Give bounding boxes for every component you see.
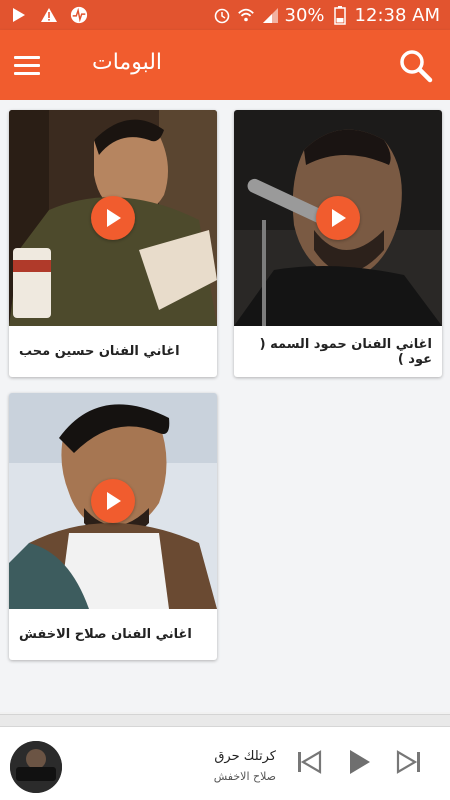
album-title: اغاني الفنان حمود السمه ( عود ) <box>259 336 432 367</box>
warning-icon <box>40 6 58 24</box>
battery-percent: 30% <box>284 4 325 26</box>
album-cover <box>234 110 442 326</box>
app-bar: البومات <box>0 30 450 100</box>
play-icon[interactable] <box>91 479 135 523</box>
albums-grid: اغاني الفنان حمود السمه ( عود ) اغاني ال… <box>0 100 450 712</box>
play-icon[interactable] <box>91 196 135 240</box>
page-title: البومات <box>92 50 163 75</box>
status-bar: 30% 12:38 AM <box>0 0 450 30</box>
wifi-icon <box>237 6 255 24</box>
battery-icon <box>331 6 349 25</box>
previous-icon[interactable] <box>294 747 324 777</box>
now-playing-thumbnail[interactable] <box>10 741 62 793</box>
search-icon[interactable] <box>398 48 434 84</box>
signal-icon <box>261 6 279 24</box>
divider <box>0 714 450 726</box>
alarm-icon <box>213 6 231 24</box>
album-card[interactable]: اغاني الفنان حسين محب <box>9 110 217 377</box>
album-cover <box>9 110 217 326</box>
now-playing-title: كرتلك حرق <box>214 749 276 764</box>
album-card[interactable]: اغاني الفنان حمود السمه ( عود ) <box>234 110 442 377</box>
play-icon[interactable] <box>344 747 374 777</box>
next-icon[interactable] <box>394 747 424 777</box>
hamburger-menu-icon[interactable] <box>14 48 48 82</box>
beat-app-icon <box>70 6 88 24</box>
now-playing-artist: صلاح الاخفش <box>213 770 276 783</box>
album-cover <box>9 393 217 609</box>
now-playing-bar: كرتلك حرق صلاح الاخفش <box>0 726 450 800</box>
album-title: اغاني الفنان صلاح الاخفش <box>19 627 192 642</box>
play-icon[interactable] <box>316 196 360 240</box>
album-card[interactable]: اغاني الفنان صلاح الاخفش <box>9 393 217 660</box>
play-store-icon <box>10 6 28 24</box>
album-title: اغاني الفنان حسين محب <box>19 344 180 359</box>
clock: 12:38 AM <box>354 4 440 26</box>
